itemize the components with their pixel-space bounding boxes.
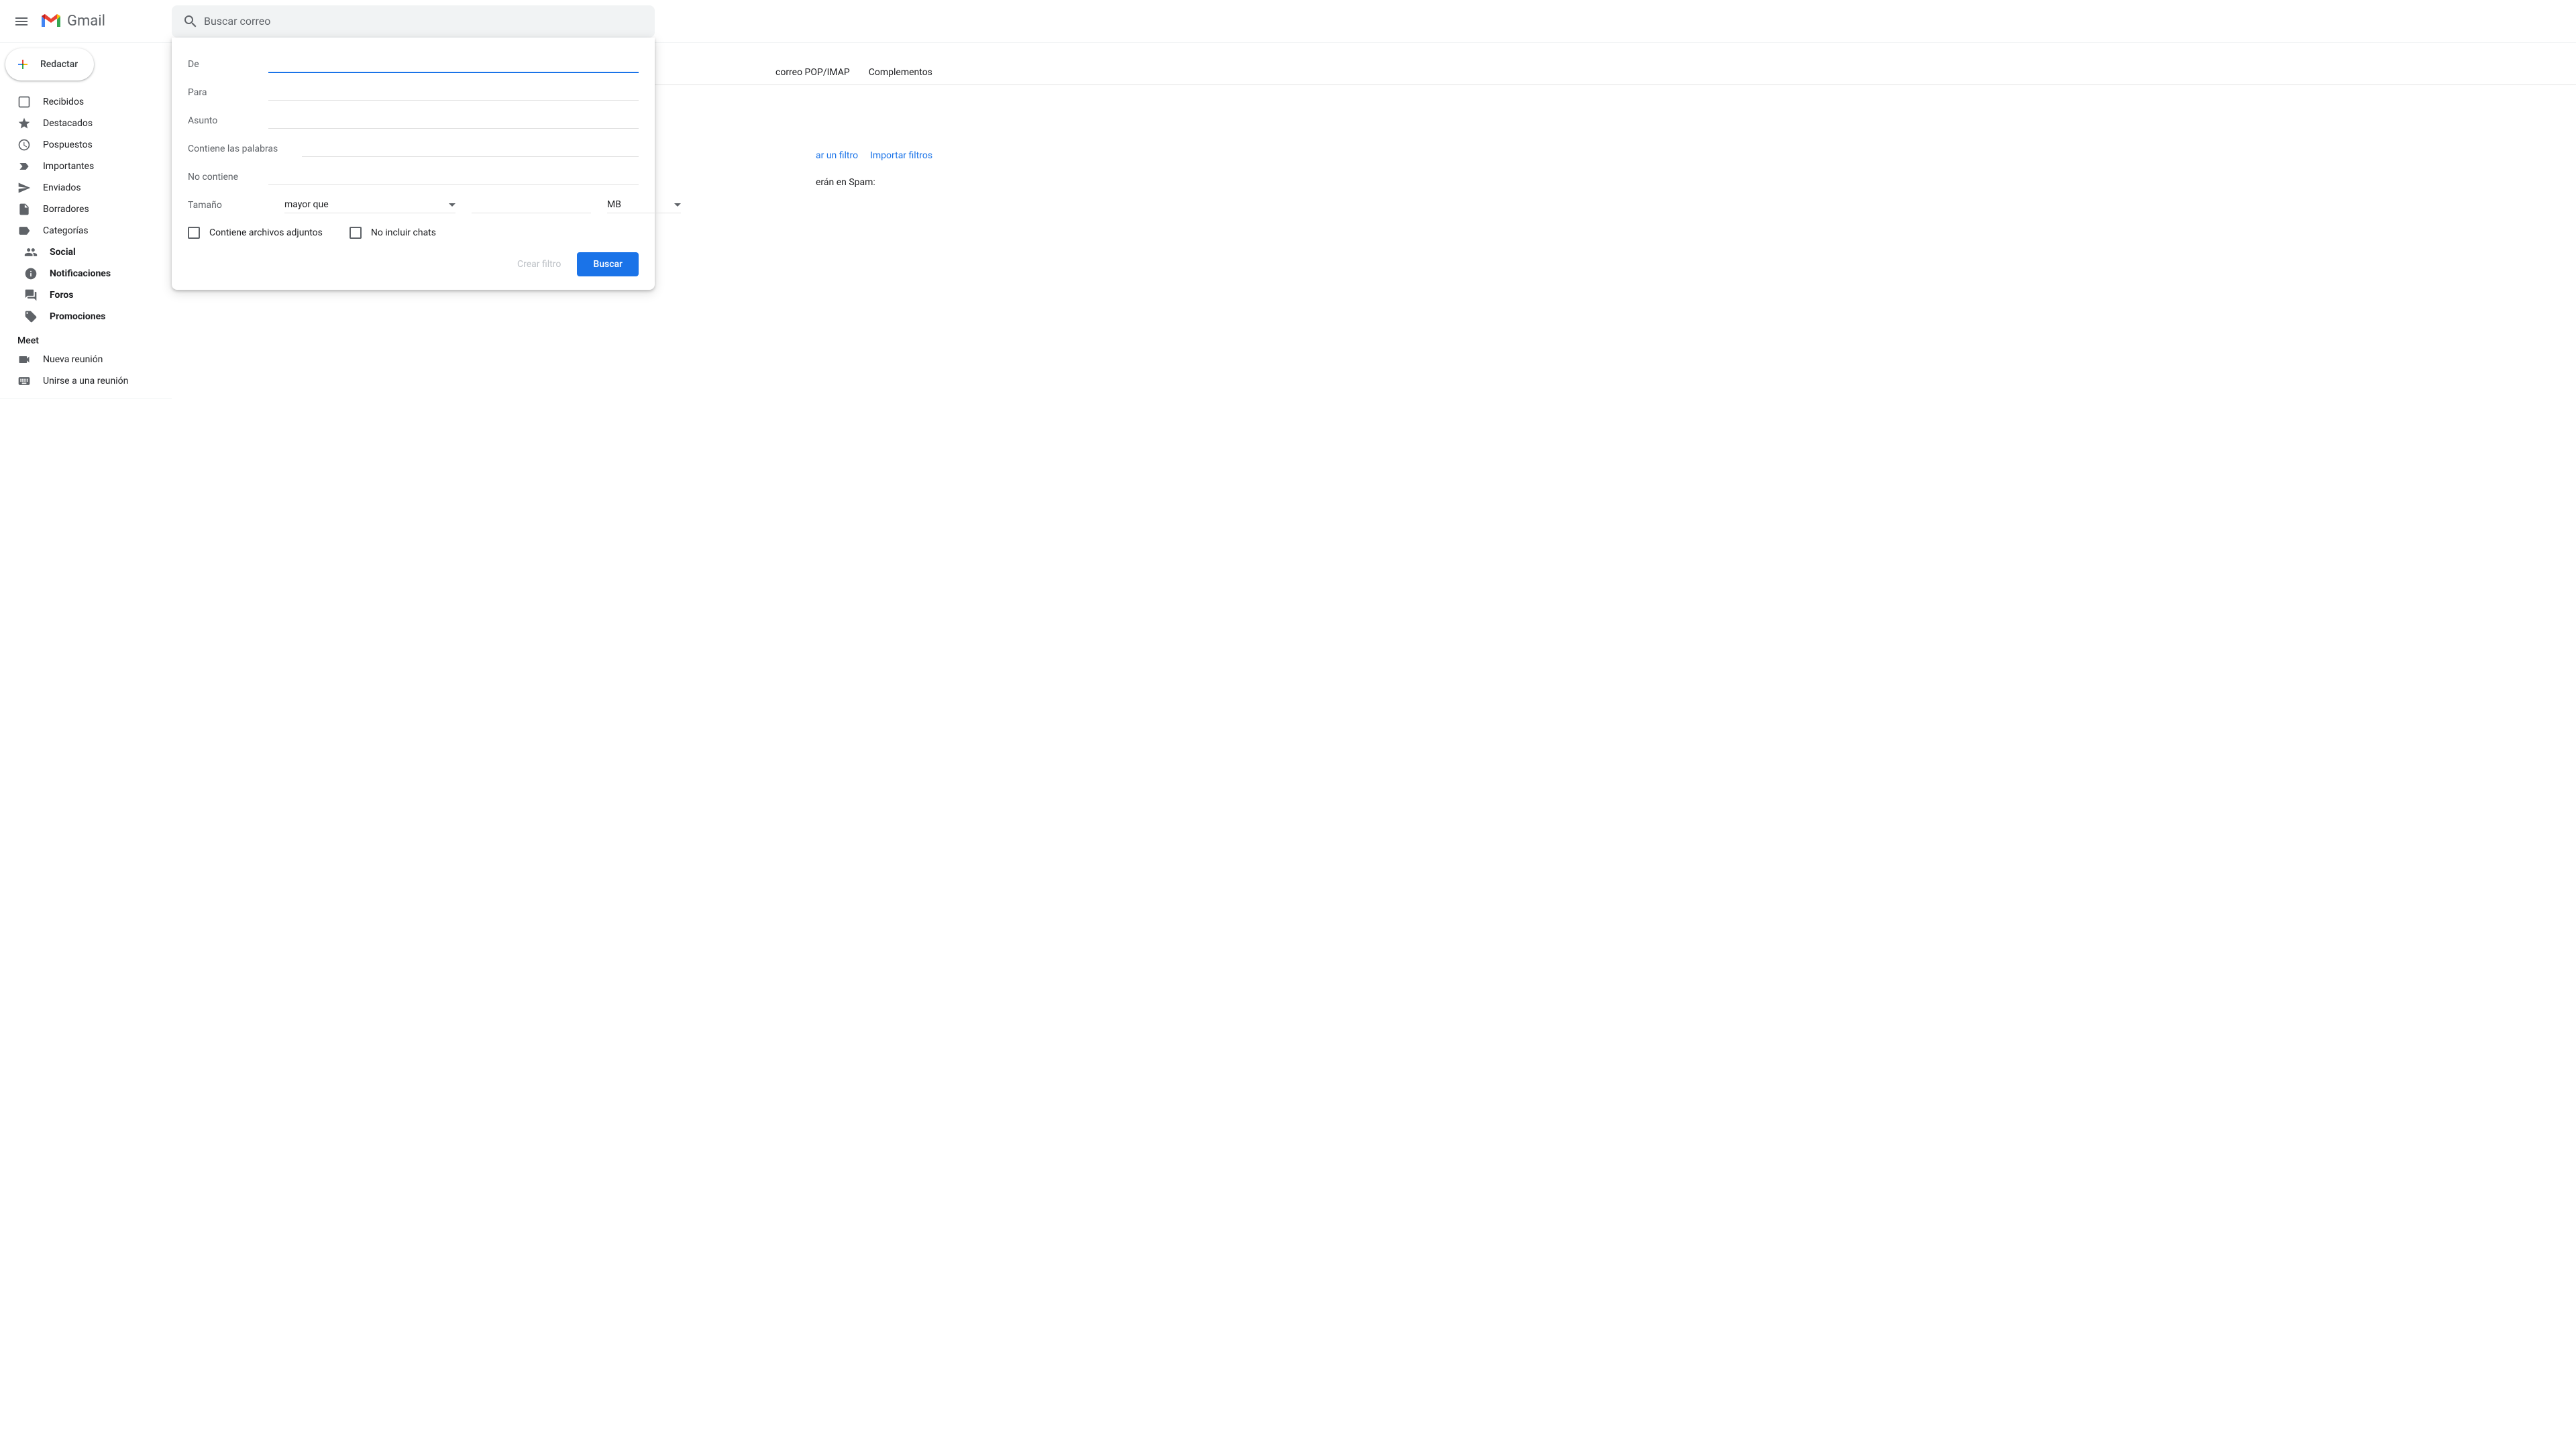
search-container: De Para Asunto Contiene las palabras No …: [172, 5, 655, 38]
to-input[interactable]: [268, 84, 639, 101]
sidebar-item-label: Nueva reunión: [43, 354, 103, 365]
size-value-input[interactable]: [472, 197, 591, 213]
create-filter-link-partial[interactable]: ar un filtro: [816, 150, 858, 161]
checkbox-icon: [350, 227, 362, 239]
meet-section-header: Meet: [0, 327, 172, 349]
compose-button[interactable]: Redactar: [5, 48, 94, 80]
gmail-logo-icon: [40, 13, 62, 30]
sidebar-item-label: Categorías: [43, 225, 89, 236]
search-input[interactable]: [204, 15, 649, 28]
exclude-chats-checkbox[interactable]: No incluir chats: [350, 227, 436, 239]
people-icon: [24, 246, 38, 259]
header: Gmail De Para Asun: [0, 0, 2576, 43]
exclude-chats-label: No incluir chats: [371, 227, 436, 238]
sidebar-category-social[interactable]: Social: [0, 241, 172, 263]
size-label: Tamaño: [188, 200, 268, 211]
dropdown-icon: [449, 203, 455, 207]
sidebar-item-label: Destacados: [43, 118, 93, 129]
dropdown-icon: [674, 203, 681, 207]
sidebar-item-starred[interactable]: Destacados: [0, 113, 172, 134]
sidebar-item-label: Notificaciones: [50, 268, 111, 279]
search-icon: [182, 13, 199, 30]
inbox-icon: [17, 95, 31, 109]
sidebar-item-label: Pospuestos: [43, 140, 93, 150]
from-input[interactable]: [268, 56, 639, 73]
sidebar-category-updates[interactable]: Notificaciones: [0, 263, 172, 284]
size-operator-select[interactable]: mayor que: [284, 197, 455, 213]
sidebar-item-sent[interactable]: Enviados: [0, 177, 172, 199]
sidebar-category-forums[interactable]: Foros: [0, 284, 172, 306]
advanced-search-panel: De Para Asunto Contiene las palabras No …: [172, 38, 655, 290]
create-filter-link: Crear filtro: [517, 259, 561, 270]
tab-addons[interactable]: Complementos: [869, 67, 932, 78]
compose-label: Redactar: [40, 59, 78, 70]
spam-text-partial: erán en Spam:: [816, 177, 875, 188]
sidebar-item-label: Importantes: [43, 161, 94, 172]
clock-icon: [17, 138, 31, 152]
keyboard-icon: [17, 374, 31, 388]
star-icon: [17, 117, 31, 130]
search-submit-button[interactable]: Buscar: [577, 252, 639, 276]
tag-icon: [24, 310, 38, 323]
sidebar-item-label: Foros: [50, 290, 73, 301]
sidebar-item-label: Unirse a una reunión: [43, 376, 128, 386]
sidebar-item-label: Recibidos: [43, 97, 84, 107]
important-icon: [17, 160, 31, 173]
from-label: De: [188, 59, 268, 70]
import-filters-link[interactable]: Importar filtros: [870, 150, 932, 161]
subject-input[interactable]: [268, 112, 639, 129]
header-left: Gmail: [5, 5, 172, 38]
sidebar-item-label: Promociones: [50, 311, 105, 322]
sidebar-item-inbox[interactable]: Recibidos: [0, 91, 172, 113]
size-unit-select[interactable]: MB: [607, 197, 681, 213]
sidebar-item-important[interactable]: Importantes: [0, 156, 172, 177]
not-has-label: No contiene: [188, 172, 268, 182]
forum-icon: [24, 288, 38, 302]
draft-icon: [17, 203, 31, 216]
sidebar-item-drafts[interactable]: Borradores: [0, 199, 172, 220]
plus-icon: [15, 56, 31, 72]
info-icon: [24, 267, 38, 280]
size-unit-value: MB: [607, 199, 621, 210]
meet-new-meeting[interactable]: Nueva reunión: [0, 349, 172, 370]
has-words-input[interactable]: [302, 140, 639, 157]
has-attachment-label: Contiene archivos adjuntos: [209, 227, 323, 238]
video-icon: [17, 353, 31, 366]
nav-list: Recibidos Destacados Pospuestos Importan…: [0, 91, 172, 327]
size-operator-value: mayor que: [284, 199, 329, 210]
has-attachment-checkbox[interactable]: Contiene archivos adjuntos: [188, 227, 323, 239]
label-icon: [17, 224, 31, 237]
checkbox-icon: [188, 227, 200, 239]
search-bar[interactable]: [172, 5, 655, 38]
sidebar-item-snoozed[interactable]: Pospuestos: [0, 134, 172, 156]
send-icon: [17, 181, 31, 195]
gmail-logo-text: Gmail: [67, 13, 105, 30]
sidebar-category-promotions[interactable]: Promociones: [0, 306, 172, 327]
sidebar: Redactar Recibidos Destacados Pospuestos: [0, 43, 172, 1449]
tab-pop-imap[interactable]: correo POP/IMAP: [775, 67, 850, 78]
main-menu-button[interactable]: [5, 5, 38, 38]
gmail-logo[interactable]: Gmail: [38, 13, 105, 30]
sidebar-item-categories[interactable]: Categorías: [0, 220, 172, 241]
filter-links: ar un filtro Importar filtros: [816, 150, 932, 161]
sidebar-item-label: Borradores: [43, 204, 89, 215]
to-label: Para: [188, 87, 268, 98]
sidebar-item-label: Social: [50, 247, 76, 258]
meet-join-meeting[interactable]: Unirse a una reunión: [0, 370, 172, 392]
sidebar-item-label: Enviados: [43, 182, 81, 193]
not-has-input[interactable]: [268, 168, 639, 185]
search-button[interactable]: [177, 8, 204, 35]
has-words-label: Contiene las palabras: [188, 144, 302, 154]
subject-label: Asunto: [188, 115, 268, 126]
hamburger-icon: [13, 13, 30, 30]
